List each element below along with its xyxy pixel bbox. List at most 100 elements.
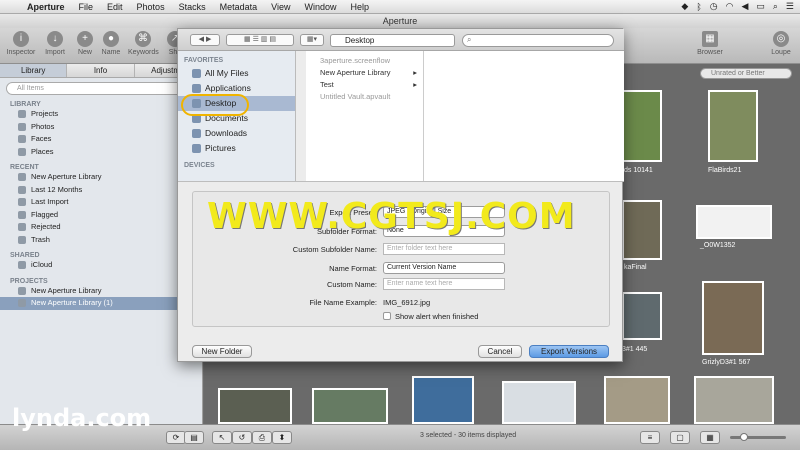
- pictures-icon: [192, 144, 201, 153]
- export-preset-row: Export Preset: JPEG - Original Size: [193, 206, 611, 220]
- wifi-icon[interactable]: ◠: [726, 1, 734, 12]
- rating-filter[interactable]: Unrated or Better: [700, 68, 792, 79]
- tab-info[interactable]: Info: [67, 64, 135, 77]
- sidebar-item-project-library[interactable]: New Aperture Library: [0, 285, 202, 298]
- back-forward-buttons[interactable]: ◀ ▶: [190, 34, 220, 46]
- photo-thumbnail[interactable]: [412, 376, 474, 424]
- menu-app[interactable]: Aperture: [20, 2, 72, 12]
- sidebar-item-last-12-months[interactable]: Last 12 Months: [0, 184, 202, 197]
- select-tool-button[interactable]: ↖: [212, 431, 232, 444]
- sync-button[interactable]: ⟳: [166, 431, 186, 444]
- photo-thumbnail[interactable]: [702, 281, 764, 355]
- loupe-button[interactable]: ◎ Loupe: [764, 31, 798, 56]
- photo-thumbnail[interactable]: [622, 90, 662, 162]
- menu-stacks[interactable]: Stacks: [172, 2, 213, 12]
- favorite-label: Downloads: [205, 128, 248, 138]
- chevron-right-icon: ▸: [413, 68, 417, 77]
- browser-button[interactable]: ▦ Browser: [690, 31, 730, 56]
- sidebar-item-recent-library[interactable]: New Aperture Library: [0, 171, 202, 184]
- lift-tool-button[interactable]: ⬍: [272, 431, 292, 444]
- export-preset-select[interactable]: JPEG - Original Size: [383, 206, 505, 218]
- time-machine-icon[interactable]: ◷: [710, 1, 718, 12]
- menu-photos[interactable]: Photos: [130, 2, 172, 12]
- view-mode-buttons[interactable]: ▦ ☰ ▥ ▤: [226, 34, 294, 46]
- favorite-downloads[interactable]: Downloads: [178, 126, 295, 141]
- sidebar-item-label: Trash: [31, 234, 50, 244]
- grid-view-button[interactable]: ▦: [700, 431, 720, 444]
- show-alert-checkbox[interactable]: [383, 312, 391, 320]
- tab-library[interactable]: Library: [0, 64, 68, 77]
- sidebar-item-trash[interactable]: Trash: [0, 234, 202, 247]
- file-item[interactable]: 3aperture.screenflow: [306, 55, 423, 67]
- menu-metadata[interactable]: Metadata: [213, 2, 265, 12]
- sidebar-item-project-library-1[interactable]: New Aperture Library (1): [0, 297, 202, 310]
- new-label: New: [77, 49, 92, 56]
- name-format-select[interactable]: Current Version Name: [383, 262, 505, 274]
- folder-item[interactable]: New Aperture Library ▸: [306, 67, 423, 79]
- rotate-left-button[interactable]: ↺: [232, 431, 252, 444]
- inspector-button[interactable]: i Inspector: [6, 31, 36, 56]
- arrange-button[interactable]: ▦▾: [300, 34, 324, 46]
- notifications-icon[interactable]: ☰: [786, 1, 794, 12]
- photo-thumbnail[interactable]: [604, 376, 670, 424]
- folder-item[interactable]: Test ▸: [306, 79, 423, 91]
- places-icon: [18, 147, 26, 156]
- photo-thumbnail[interactable]: [218, 388, 292, 424]
- sidebar-item-label: Faces: [31, 134, 52, 143]
- custom-subfolder-input[interactable]: Enter folder text here: [383, 243, 505, 255]
- dropbox-icon[interactable]: ◆: [681, 1, 688, 12]
- export-versions-button[interactable]: Export Versions: [529, 345, 609, 358]
- sidebar-item-last-import[interactable]: Last Import: [0, 196, 202, 209]
- photo-thumbnail[interactable]: [696, 205, 772, 239]
- custom-subfolder-label: Custom Subfolder Name:: [292, 245, 377, 254]
- sidebar-item-flagged[interactable]: Flagged: [0, 209, 202, 222]
- import-button[interactable]: ↓ Import: [40, 31, 70, 56]
- sidebar-tabs: Library Info Adjustme: [0, 64, 202, 78]
- keywords-button[interactable]: ⌘ Keywords: [128, 31, 159, 56]
- sidebar-item-places[interactable]: Places: [0, 146, 202, 159]
- photo-thumbnail[interactable]: [622, 200, 662, 260]
- menu-view[interactable]: View: [264, 2, 297, 12]
- custom-name-input[interactable]: Enter name text here: [383, 278, 505, 290]
- menu-edit[interactable]: Edit: [100, 2, 130, 12]
- cancel-button[interactable]: Cancel: [478, 345, 522, 358]
- battery-icon[interactable]: ▭: [756, 1, 765, 12]
- volume-icon[interactable]: ◀: [741, 1, 748, 12]
- menu-file[interactable]: File: [72, 2, 101, 12]
- file-item[interactable]: Untitled Vault.apvault: [306, 91, 423, 103]
- single-view-button[interactable]: ▢: [670, 431, 690, 444]
- export-preset-label: Export Preset:: [329, 208, 377, 217]
- subfolder-format-select[interactable]: None: [383, 225, 505, 237]
- photo-thumbnail[interactable]: [694, 376, 774, 424]
- stamp-tool-button[interactable]: ⎙: [252, 431, 272, 444]
- new-folder-button[interactable]: New Folder: [192, 345, 252, 358]
- favorite-pictures[interactable]: Pictures: [178, 141, 295, 156]
- menu-window[interactable]: Window: [297, 2, 343, 12]
- name-button[interactable]: ● Name: [96, 31, 126, 56]
- favorite-label: Pictures: [205, 143, 236, 153]
- project-icon: [18, 286, 26, 295]
- menu-help[interactable]: Help: [344, 2, 377, 12]
- photo-thumbnail[interactable]: [312, 388, 388, 424]
- sidebar-item-projects[interactable]: Projects: [0, 108, 202, 121]
- dialog-search-input[interactable]: ⌕: [462, 34, 614, 47]
- thumbnail-size-slider[interactable]: [730, 433, 786, 441]
- slider-knob[interactable]: [740, 433, 748, 441]
- favorites-heading: FAVORITES: [184, 57, 224, 64]
- sidebar-item-icloud[interactable]: iCloud: [0, 259, 202, 272]
- location-popup[interactable]: Desktop: [330, 34, 455, 47]
- sidebar-item-rejected[interactable]: Rejected: [0, 221, 202, 234]
- favorite-all-my-files[interactable]: All My Files: [178, 66, 295, 81]
- file-name-example-row: File Name Example: IMG_6912.jpg: [193, 296, 611, 310]
- search-icon[interactable]: ⌕: [773, 1, 778, 12]
- sidebar-item-photos[interactable]: Photos: [0, 121, 202, 134]
- photo-thumbnail[interactable]: [622, 292, 662, 340]
- photo-thumbnail[interactable]: [502, 381, 576, 424]
- sidebar-item-faces[interactable]: Faces: [0, 133, 202, 146]
- rejected-icon: [18, 223, 26, 232]
- metadata-overlay-button[interactable]: ≡: [640, 431, 660, 444]
- photo-thumbnail[interactable]: [708, 90, 758, 162]
- panel-toggle-button[interactable]: ▤: [184, 431, 204, 444]
- bluetooth-icon[interactable]: ᛒ: [696, 2, 701, 12]
- library-search-input[interactable]: All Items: [6, 82, 196, 95]
